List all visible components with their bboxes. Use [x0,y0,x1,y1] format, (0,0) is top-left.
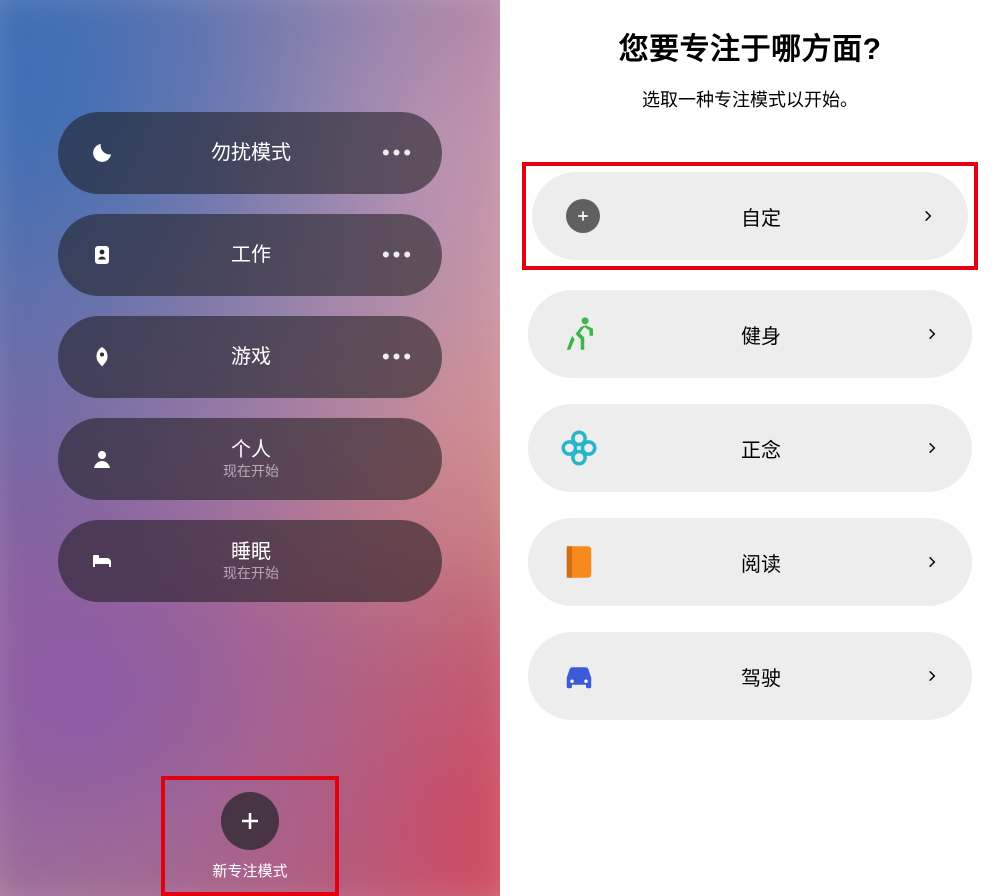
control-center-focus-panel: 勿扰模式 ••• 工作 ••• 游戏 ••• [0,0,500,896]
option-label: 自定 [604,202,918,231]
reading-icon [558,541,600,583]
chevron-right-icon [918,206,938,226]
plus-circle-icon [562,199,604,233]
option-highlight-box: 自定 [522,162,978,270]
new-focus-label: 新专注模式 [212,860,287,881]
option-custom[interactable]: 自定 [532,172,968,260]
more-icon[interactable]: ••• [380,242,416,268]
more-icon[interactable]: ••• [380,344,416,370]
page-subtitle: 选取一种专注模式以开始。 [528,86,972,112]
fitness-icon [558,313,600,355]
focus-mode-label: 个人 [231,438,271,463]
option-label: 驾驶 [600,662,922,691]
chevron-right-icon [922,552,942,572]
moon-icon [82,141,122,165]
focus-mode-sublabel: 现在开始 [223,463,279,481]
option-label: 阅读 [600,548,922,577]
option-mindfulness[interactable]: 正念 [528,404,972,492]
more-icon[interactable]: ••• [380,140,416,166]
focus-setup-panel: 您要专注于哪方面? 选取一种专注模式以开始。 自定 健身 正念 [500,0,1000,896]
focus-mode-gaming[interactable]: 游戏 ••• [58,316,442,398]
option-fitness[interactable]: 健身 [528,290,972,378]
focus-mode-work[interactable]: 工作 ••• [58,214,442,296]
new-focus-highlight-box: 新专注模式 [161,776,339,896]
option-reading[interactable]: 阅读 [528,518,972,606]
chevron-right-icon [922,666,942,686]
chevron-right-icon [922,438,942,458]
focus-mode-personal[interactable]: 个人 现在开始 ••• [58,418,442,500]
driving-icon [558,655,600,697]
bed-icon [82,549,122,573]
new-focus-button[interactable] [221,792,279,850]
focus-mode-sublabel: 现在开始 [223,565,279,583]
rocket-icon [82,345,122,369]
focus-mode-label: 游戏 [231,345,271,370]
focus-mode-sleep[interactable]: 睡眠 现在开始 ••• [58,520,442,602]
focus-mode-dnd[interactable]: 勿扰模式 ••• [58,112,442,194]
chevron-right-icon [922,324,942,344]
option-label: 健身 [600,320,922,349]
focus-mode-label: 工作 [231,243,271,268]
focus-option-list: 自定 健身 正念 阅读 [528,168,972,720]
option-label: 正念 [600,434,922,463]
badge-icon [82,243,122,267]
person-icon [82,447,122,471]
page-title: 您要专注于哪方面? [528,24,972,68]
focus-mode-list: 勿扰模式 ••• 工作 ••• 游戏 ••• [0,0,500,602]
focus-mode-label: 睡眠 [231,540,271,565]
mindfulness-icon [558,427,600,469]
option-driving[interactable]: 驾驶 [528,632,972,720]
focus-mode-label: 勿扰模式 [211,141,291,166]
